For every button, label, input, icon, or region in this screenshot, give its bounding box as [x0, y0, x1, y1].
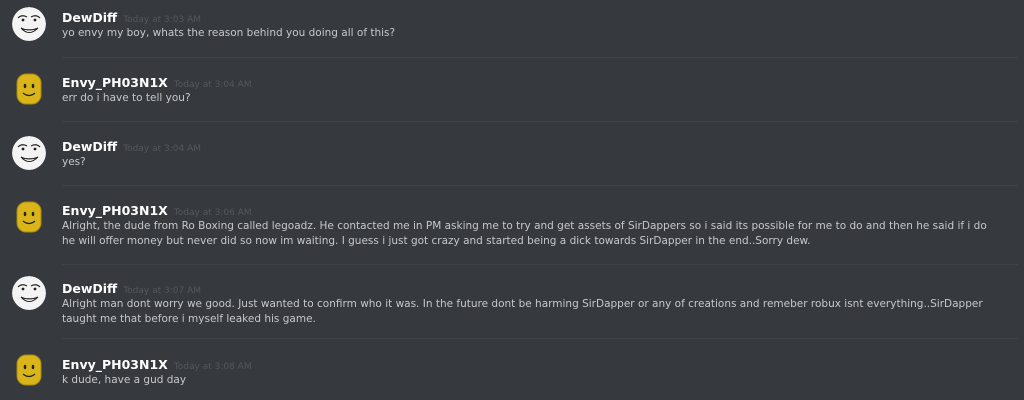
message-content: Alright, the dude from Ro Boxing called …	[62, 220, 987, 247]
message-divider	[62, 57, 1018, 58]
message-timestamp: Today at 3:04 AM	[173, 80, 252, 90]
meme-face-avatar[interactable]	[12, 7, 46, 41]
chat-messages: DewDiff Today at 3:03 AM yo envy my boy, …	[0, 0, 1024, 400]
message-content: yes?	[62, 156, 86, 168]
meme-face-avatar[interactable]	[12, 276, 46, 310]
message-content: k dude, have a gud day	[62, 374, 187, 386]
message-timestamp: Today at 3:03 AM	[123, 15, 201, 25]
message-timestamp: Today at 3:07 AM	[123, 286, 201, 296]
message-content: err do i have to tell you?	[62, 92, 191, 104]
message-content: yo envy my boy, whats the reason behind …	[62, 27, 396, 39]
yellow-block-avatar[interactable]	[12, 200, 46, 234]
yellow-block-avatar[interactable]	[12, 72, 46, 106]
message-author[interactable]: Envy_PH03N1X	[62, 75, 168, 90]
message-timestamp: Today at 3:04 AM	[123, 144, 201, 154]
message-timestamp: Today at 3:08 AM	[173, 362, 252, 372]
message-divider	[62, 121, 1018, 122]
message-author[interactable]: Envy_PH03N1X	[62, 203, 168, 218]
message-author[interactable]: DewDiff	[62, 10, 117, 25]
meme-face-avatar[interactable]	[12, 136, 46, 170]
message-divider	[62, 338, 1018, 339]
message-author[interactable]: DewDiff	[62, 139, 117, 154]
yellow-block-avatar[interactable]	[12, 353, 46, 387]
message-divider	[62, 264, 1018, 265]
message-author[interactable]: DewDiff	[62, 281, 117, 296]
message-author[interactable]: Envy_PH03N1X	[62, 357, 168, 372]
message-timestamp: Today at 3:06 AM	[173, 208, 252, 218]
message-divider	[62, 185, 1018, 186]
message-content: Alright man dont worry we good. Just wan…	[62, 298, 983, 325]
